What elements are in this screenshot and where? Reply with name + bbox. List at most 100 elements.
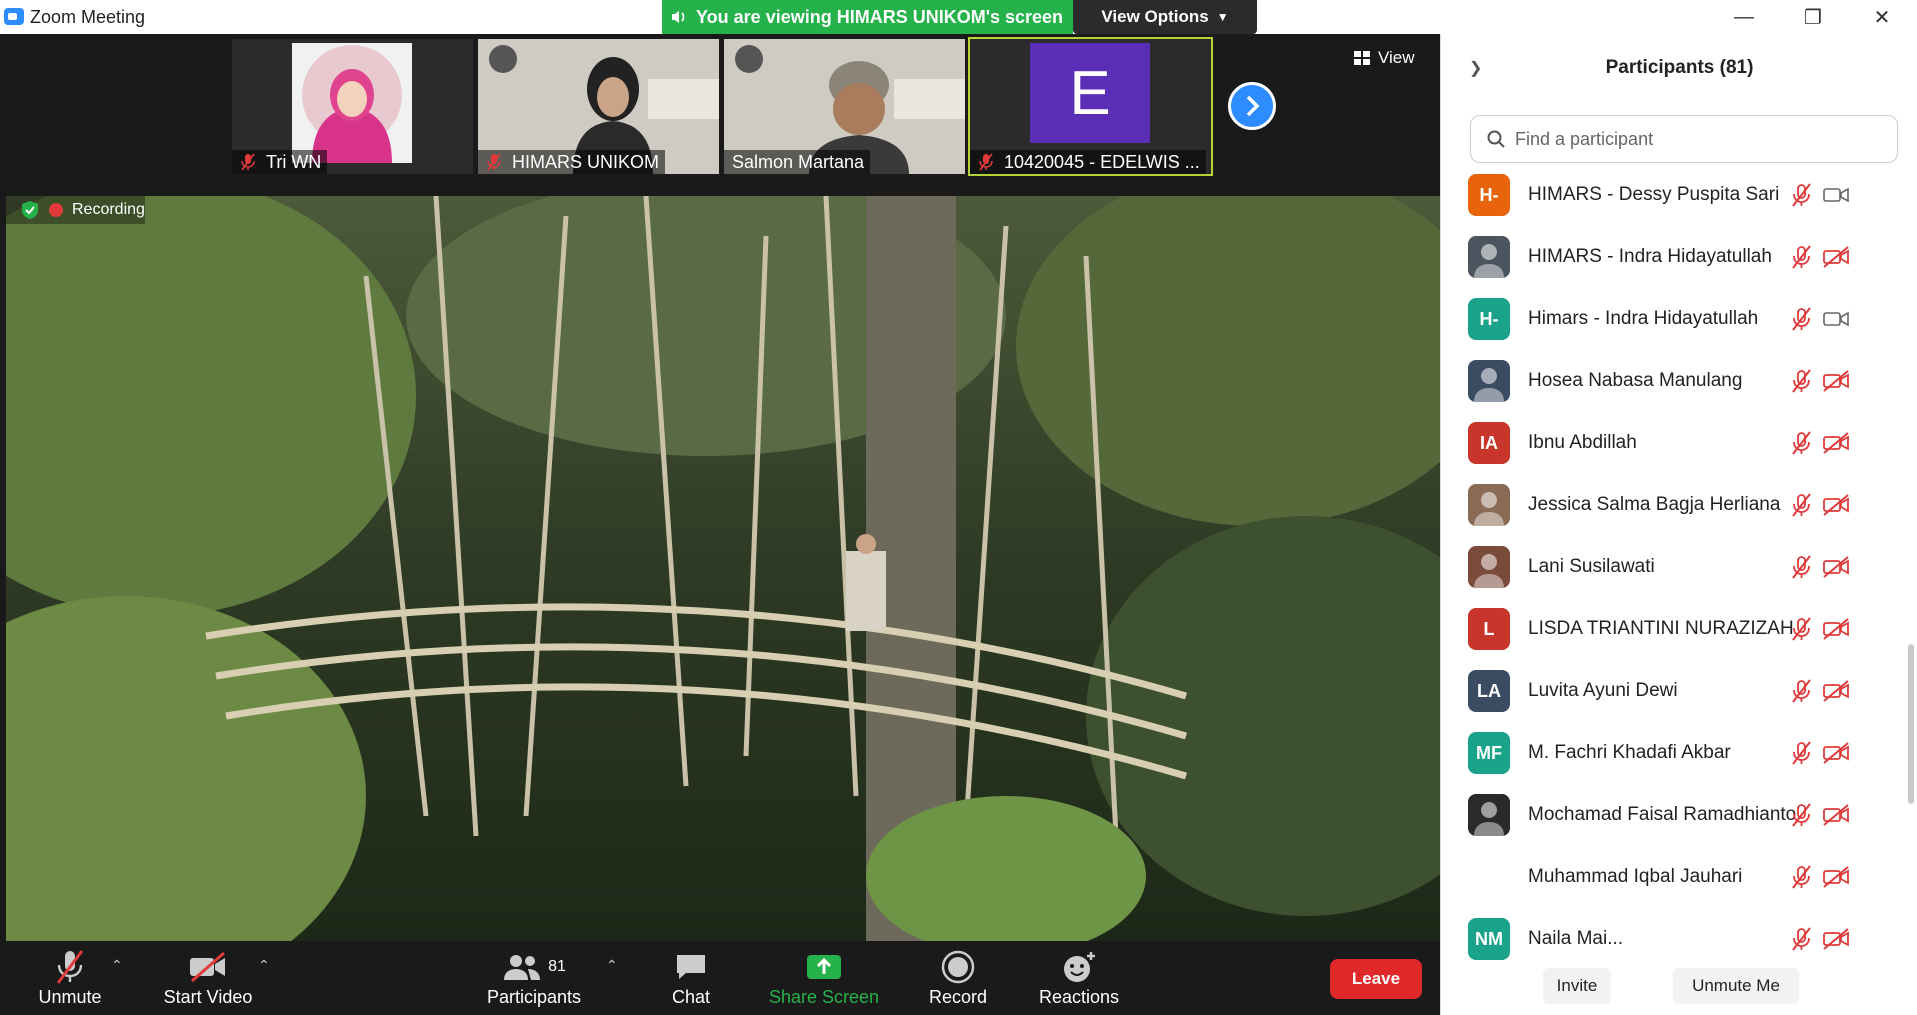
collapse-panel-chevron-icon[interactable]: ❯ — [1469, 58, 1482, 78]
title-bar: Zoom Meeting You are viewing HIMARS UNIK… — [0, 0, 1917, 34]
participant-row[interactable]: H- HIMARS - Dessy Puspita Sari — [1441, 174, 1906, 226]
grid-icon — [1354, 51, 1370, 65]
video-off-icon[interactable] — [1822, 245, 1850, 269]
participant-name: Ibnu Abdillah — [1528, 432, 1637, 453]
search-input[interactable] — [1515, 128, 1875, 150]
participant-row[interactable]: MF M. Fachri Khadafi Akbar — [1441, 722, 1906, 784]
restore-button[interactable]: ❐ — [1779, 0, 1847, 34]
thumbnail-name-tag: HIMARS UNIKOM — [478, 150, 666, 174]
video-off-icon[interactable] — [1822, 803, 1850, 827]
participant-avatar — [1468, 360, 1510, 402]
video-thumbnail-active[interactable]: E 10420045 - EDELWIS ... — [968, 37, 1213, 176]
participant-row[interactable]: NM Naila Mai... — [1441, 908, 1906, 964]
mic-muted-icon[interactable] — [1790, 183, 1812, 207]
video-off-icon[interactable] — [1822, 865, 1850, 889]
video-on-icon[interactable] — [1822, 307, 1850, 331]
participant-avatar: MF — [1468, 732, 1510, 774]
invite-button[interactable]: Invite — [1543, 968, 1611, 1004]
video-off-icon[interactable] — [1822, 431, 1850, 455]
people-icon — [504, 955, 541, 980]
mic-muted-icon[interactable] — [1790, 493, 1812, 517]
mic-muted-icon — [487, 153, 501, 171]
recording-indicator: Recording — [6, 196, 145, 224]
next-page-button[interactable] — [1228, 82, 1276, 130]
participant-row[interactable]: L LISDA TRIANTINI NURAZIZAH — [1441, 598, 1906, 660]
participant-avatar — [1468, 546, 1510, 588]
mic-muted-icon[interactable] — [1790, 803, 1812, 827]
mic-muted-icon[interactable] — [1790, 307, 1812, 331]
view-layout-button[interactable]: View — [1354, 48, 1415, 68]
close-button[interactable]: ✕ — [1848, 0, 1916, 34]
participant-name: LISDA TRIANTINI NURAZIZAH — [1528, 618, 1794, 639]
participants-count: 81 — [548, 958, 566, 975]
mic-muted-icon[interactable] — [1790, 741, 1812, 765]
participant-avatar: H- — [1468, 174, 1510, 216]
video-off-icon[interactable] — [1822, 493, 1850, 517]
participant-row[interactable]: Lani Susilawati — [1441, 536, 1906, 598]
mic-muted-icon[interactable] — [1790, 369, 1812, 393]
chat-button[interactable]: Chat — [665, 947, 717, 1015]
video-options-caret-icon[interactable]: ⌃ — [258, 957, 270, 974]
video-thumbnail[interactable]: Tri WN — [232, 39, 473, 174]
reactions-button[interactable]: Reactions — [1036, 947, 1122, 1015]
participant-list: H- HIMARS - Dessy Puspita Sari HIMARS - In… — [1441, 174, 1917, 964]
video-off-icon — [190, 952, 225, 982]
unmute-label: Unmute — [38, 987, 102, 1007]
video-on-icon[interactable] — [1822, 183, 1850, 207]
participant-row[interactable]: Jessica Salma Bagja Herliana — [1441, 474, 1906, 536]
thumbnail-name: 10420045 - EDELWIS ... — [1004, 151, 1200, 172]
participant-name: M. Fachri Khadafi Akbar — [1528, 742, 1731, 763]
mic-muted-icon[interactable] — [1790, 431, 1812, 455]
participant-row[interactable]: IA Ibnu Abdillah — [1441, 412, 1906, 474]
start-video-label: Start Video — [163, 987, 253, 1007]
video-off-icon[interactable] — [1822, 617, 1850, 641]
share-screen-button[interactable]: Share Screen — [766, 947, 882, 1015]
participant-row[interactable]: H- Himars - Indra Hidayatullah — [1441, 288, 1906, 350]
participant-list-scrollbar[interactable] — [1908, 644, 1914, 804]
shared-screen-content: Recording — [6, 196, 1440, 941]
mic-muted-icon[interactable] — [1790, 555, 1812, 579]
record-button[interactable]: Record — [926, 947, 990, 1015]
minimize-button[interactable]: — — [1710, 0, 1778, 34]
view-options-label: View Options — [1101, 7, 1209, 26]
video-off-icon[interactable] — [1822, 741, 1850, 765]
leave-button[interactable]: Leave — [1330, 959, 1422, 999]
participants-button[interactable]: 81 Participants — [482, 947, 586, 1015]
recording-label: Recording — [72, 201, 145, 218]
thumbnail-name: Salmon Martana — [732, 151, 865, 172]
mic-muted-icon — [979, 153, 993, 171]
video-thumbnail[interactable]: HIMARS UNIKOM — [478, 39, 719, 174]
unmute-button[interactable]: Unmute — [34, 947, 106, 1015]
participant-row[interactable]: LA Luvita Ayuni Dewi — [1441, 660, 1906, 722]
view-options-button[interactable]: View Options ▼ — [1073, 0, 1257, 34]
window-title: Zoom Meeting — [30, 7, 146, 27]
video-off-icon[interactable] — [1822, 555, 1850, 579]
participant-row[interactable]: HIMARS - Indra Hidayatullah — [1441, 226, 1906, 288]
video-off-icon[interactable] — [1822, 369, 1850, 393]
participant-search[interactable] — [1470, 115, 1898, 163]
participant-name: Naila Mai... — [1528, 928, 1624, 949]
participants-options-caret-icon[interactable]: ⌃ — [606, 957, 618, 974]
chat-label: Chat — [671, 987, 711, 1007]
mic-muted-icon[interactable] — [1790, 865, 1812, 889]
start-video-button[interactable]: Start Video — [158, 947, 258, 1015]
participant-row[interactable]: Hosea Nabasa Manulang — [1441, 350, 1906, 412]
bamboo-bridge-forest-image — [6, 196, 1440, 941]
emoji-plus-icon — [1064, 952, 1095, 982]
mic-muted-icon[interactable] — [1790, 245, 1812, 269]
audio-options-caret-icon[interactable]: ⌃ — [111, 957, 123, 974]
video-thumbnail[interactable]: Salmon Martana — [724, 39, 965, 174]
initial-avatar: E — [1030, 43, 1150, 143]
participant-name: Himars - Indra Hidayatullah — [1528, 308, 1759, 329]
mic-muted-icon[interactable] — [1790, 927, 1812, 951]
mic-muted-icon[interactable] — [1790, 617, 1812, 641]
participant-row[interactable]: Muhammad Iqbal Jauhari — [1441, 846, 1906, 908]
video-off-icon[interactable] — [1822, 679, 1850, 703]
unmute-me-button[interactable]: Unmute Me — [1673, 968, 1799, 1004]
mic-muted-icon[interactable] — [1790, 679, 1812, 703]
record-label: Record — [928, 987, 988, 1007]
participant-avatar: H- — [1468, 298, 1510, 340]
video-off-icon[interactable] — [1822, 927, 1850, 951]
participant-avatar — [1468, 856, 1510, 898]
participant-row[interactable]: Mochamad Faisal Ramadhianto — [1441, 784, 1906, 846]
